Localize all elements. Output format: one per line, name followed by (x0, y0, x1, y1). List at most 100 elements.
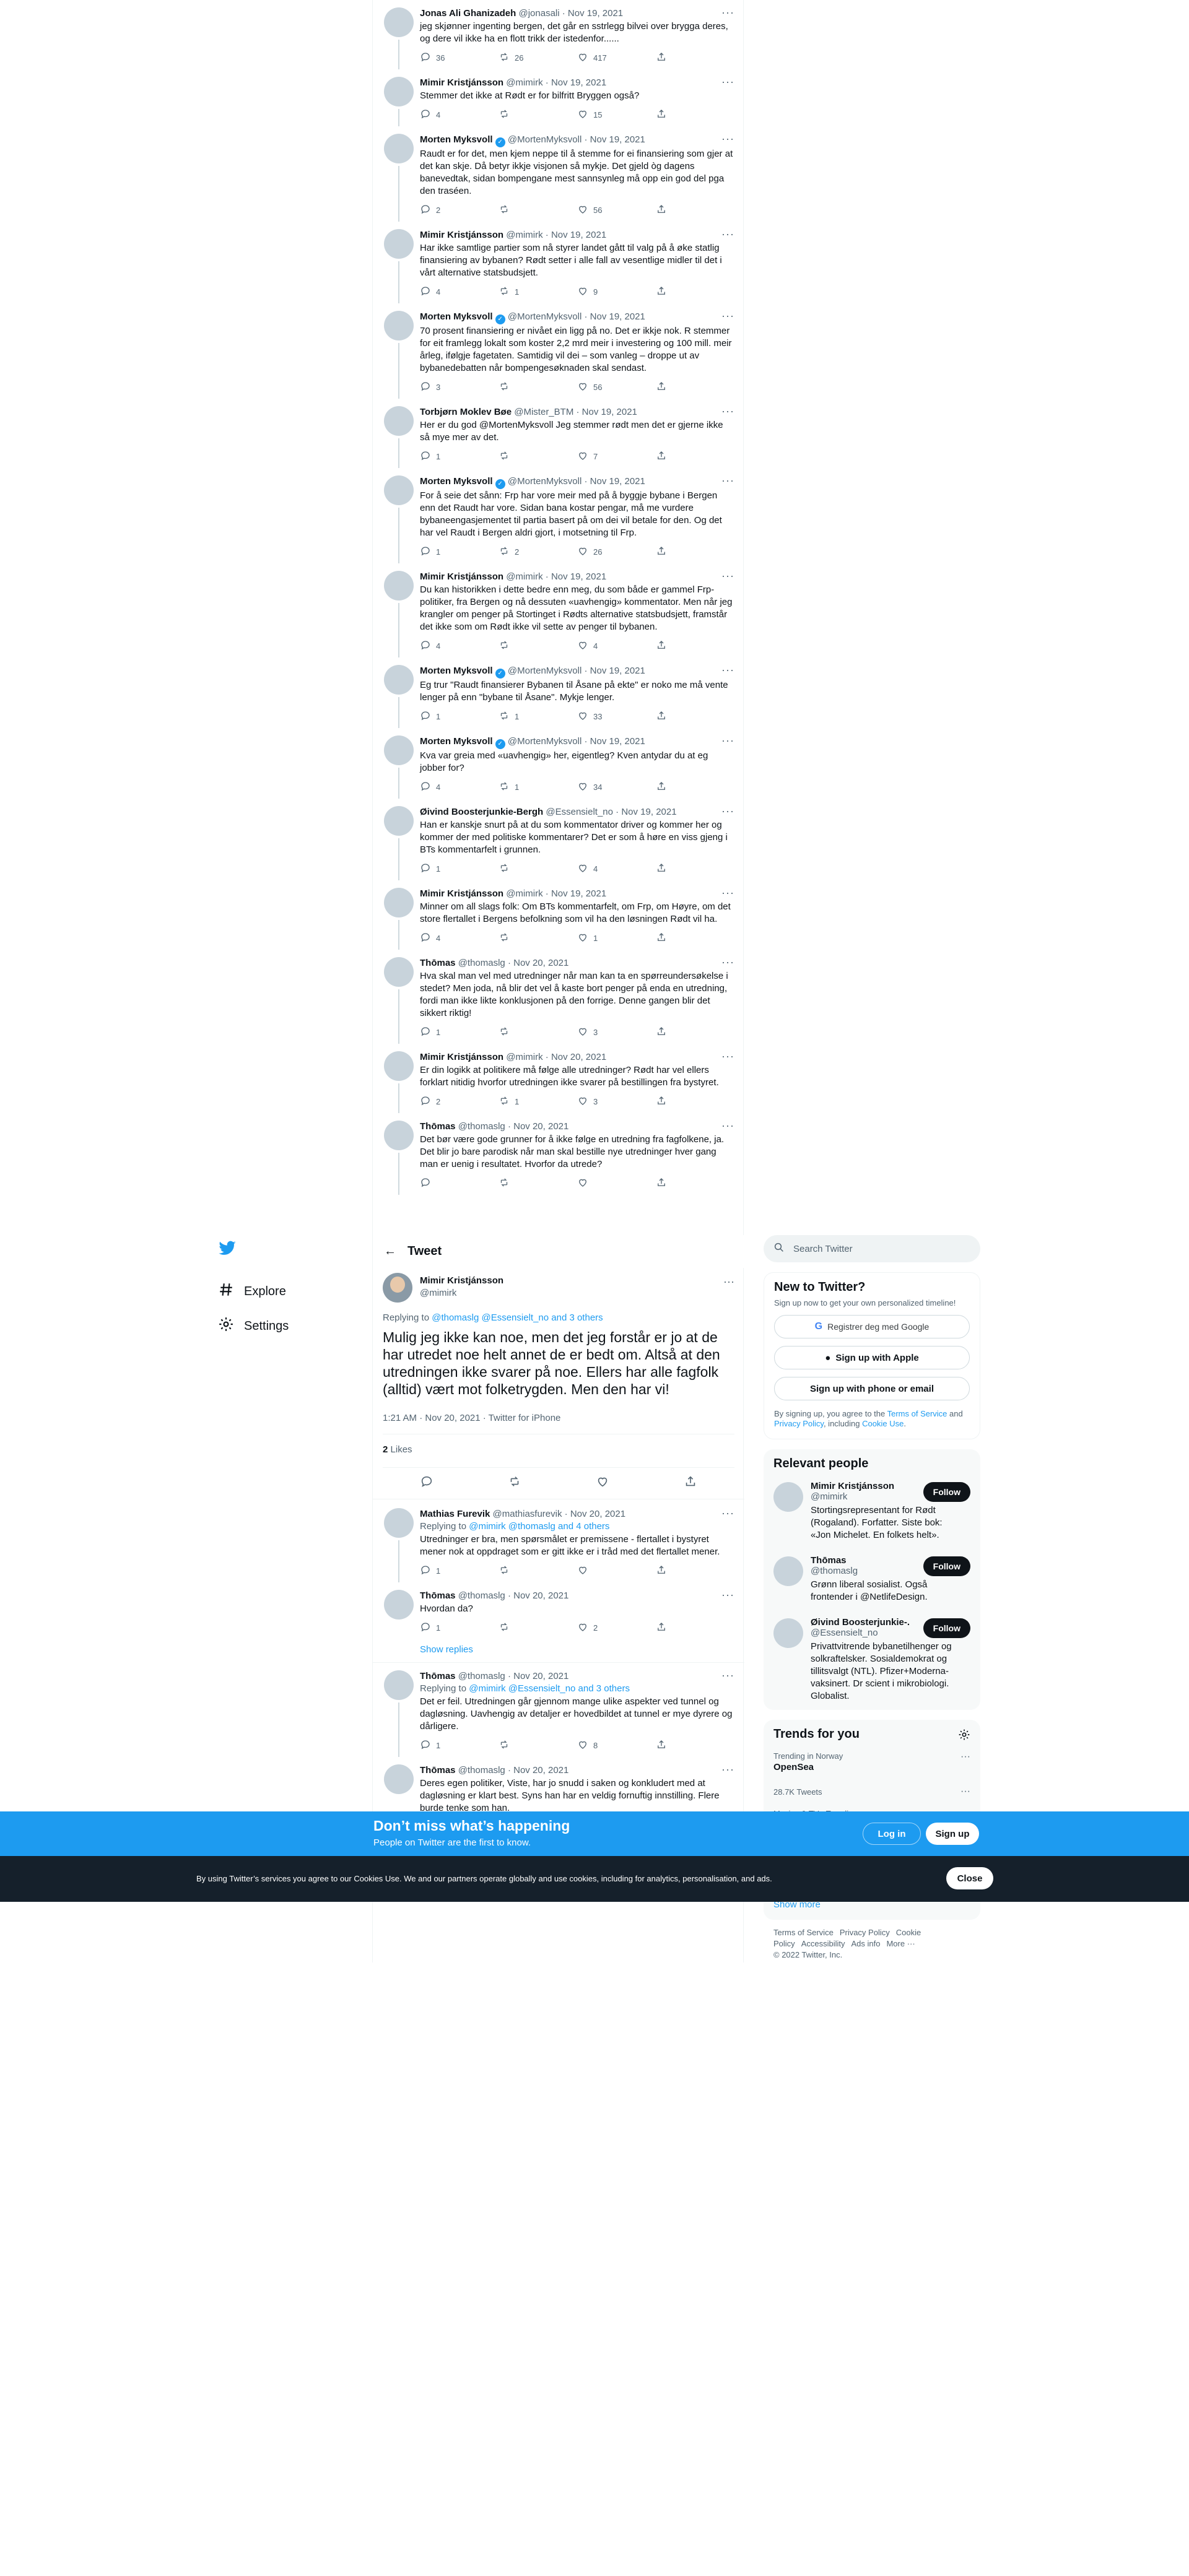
person-name[interactable]: Øivind Boosterjunkie-... (811, 1617, 910, 1628)
author-handle[interactable]: @jonasali (518, 8, 559, 19)
author-name[interactable]: Morten Myksvoll (420, 311, 493, 322)
tweet[interactable]: Morten Myksvoll ✓ @MortenMyksvoll · Nov … (373, 126, 744, 222)
show-replies-link[interactable]: Show replies (373, 1639, 744, 1663)
more-icon[interactable]: ··· (723, 1275, 734, 1288)
share-action[interactable] (656, 204, 734, 217)
like-action[interactable]: 1 (577, 932, 656, 945)
replying-to-link[interactable]: @thomaslg @Essensielt_no and 3 others (432, 1312, 603, 1323)
tweet-date[interactable]: Nov 19, 2021 (551, 230, 606, 240)
tweet-date[interactable]: Nov 19, 2021 (621, 807, 676, 817)
like-action[interactable]: 33 (577, 710, 656, 723)
share-action[interactable] (656, 781, 734, 794)
share-action[interactable] (656, 545, 734, 558)
author-handle[interactable]: @MortenMyksvoll (508, 476, 581, 487)
retweet-action[interactable] (499, 108, 577, 121)
tweet[interactable]: Morten Myksvoll ✓ @MortenMyksvoll · Nov … (373, 728, 744, 799)
author-name[interactable]: Thōmas (420, 1121, 456, 1132)
more-icon[interactable]: ··· (721, 570, 734, 583)
author-name[interactable]: Torbjørn Moklev Bøe (420, 407, 512, 417)
author-handle[interactable]: @MortenMyksvoll (508, 736, 581, 747)
author-name[interactable]: Øivind Boosterjunkie-Bergh (420, 807, 543, 817)
like-action[interactable]: 56 (577, 381, 656, 394)
retweet-action[interactable] (499, 450, 577, 463)
tweet-date[interactable]: Nov 20, 2021 (513, 1590, 568, 1601)
reply-action[interactable]: 4 (420, 932, 499, 945)
share-action[interactable] (656, 450, 734, 463)
author-name[interactable]: Jonas Ali Ghanizadeh (420, 8, 516, 19)
retweet-action[interactable] (499, 1621, 577, 1634)
author-handle[interactable]: @mathiasfurevik (493, 1509, 562, 1519)
tweet-date[interactable]: Nov 20, 2021 (513, 1765, 568, 1776)
author-handle[interactable]: @mimirk (506, 571, 542, 582)
like-action[interactable]: 2 (577, 1621, 656, 1634)
footer-link[interactable]: Accessibility (801, 1939, 845, 1948)
retweet-icon[interactable] (508, 1475, 521, 1491)
author-handle[interactable]: @mimirk (506, 1052, 542, 1062)
avatar[interactable] (384, 1590, 414, 1620)
reply-action[interactable]: 1 (420, 862, 499, 875)
avatar[interactable] (384, 1508, 414, 1538)
share-action[interactable] (656, 108, 734, 121)
author-handle[interactable]: @Essensielt_no (546, 807, 613, 817)
tweet[interactable]: Mimir Kristjánsson @mimirk · Nov 19, 202… (373, 222, 744, 303)
tweet-date[interactable]: Nov 19, 2021 (551, 888, 606, 899)
avatar[interactable] (384, 311, 414, 340)
reply-action[interactable]: 36 (420, 51, 499, 64)
tweet-date[interactable]: Nov 19, 2021 (582, 407, 637, 417)
cookie-close-button[interactable]: Close (946, 1867, 993, 1889)
share-action[interactable] (656, 51, 734, 64)
author-name[interactable]: Mimir Kristjánsson (420, 1052, 503, 1062)
more-icon[interactable]: ··· (960, 1751, 970, 1763)
share-icon[interactable] (684, 1475, 697, 1491)
like-action[interactable] (577, 1177, 656, 1190)
like-action[interactable]: 9 (577, 285, 656, 298)
reply-action[interactable]: 1 (420, 450, 499, 463)
follow-button[interactable]: Follow (923, 1556, 970, 1576)
retweet-action[interactable] (499, 204, 577, 217)
tweet[interactable]: Mathias Furevik @mathiasfurevik · Nov 20… (373, 1501, 744, 1582)
tweet-date[interactable]: Nov 19, 2021 (551, 77, 606, 88)
author-handle[interactable]: @mimirk (506, 230, 542, 240)
retweet-action[interactable] (499, 1026, 577, 1039)
like-action[interactable]: 26 (577, 545, 656, 558)
share-action[interactable] (656, 381, 734, 394)
tweet-date[interactable]: Nov 19, 2021 (590, 311, 645, 322)
share-action[interactable] (656, 1177, 734, 1190)
tweet-date[interactable]: Nov 20, 2021 (513, 1671, 568, 1681)
search-input[interactable]: Search Twitter (764, 1235, 980, 1262)
tweet-date[interactable]: Nov 20, 2021 (513, 958, 568, 968)
author-name[interactable]: Mimir Kristjánsson (420, 888, 503, 899)
more-icon[interactable]: ··· (721, 310, 734, 323)
more-icon[interactable]: ··· (721, 1589, 734, 1602)
share-action[interactable] (656, 285, 734, 298)
tweet[interactable]: Mimir Kristjánsson @mimirk · Nov 20, 202… (373, 1044, 744, 1113)
author-name[interactable]: Mathias Furevik (420, 1509, 490, 1519)
more-icon[interactable]: ··· (721, 1507, 734, 1520)
like-action[interactable]: 7 (577, 450, 656, 463)
author-name[interactable]: Mimir Kristjánsson (420, 1275, 503, 1286)
signup-button[interactable]: Sign up (926, 1823, 979, 1845)
follow-button[interactable]: Follow (923, 1482, 970, 1502)
more-icon[interactable]: ··· (721, 405, 734, 418)
retweet-action[interactable]: 2 (499, 545, 577, 558)
nav-settings[interactable]: Settings (211, 1309, 334, 1343)
tweet-date[interactable]: Nov 20, 2021 (570, 1509, 625, 1519)
author-handle[interactable]: @thomaslg (458, 1590, 505, 1601)
login-button[interactable]: Log in (863, 1823, 921, 1845)
tweet-timestamp[interactable]: 1:21 AM · Nov 20, 2021 · Twitter for iPh… (383, 1413, 560, 1423)
trend-item[interactable]: 28.7K Tweets ··· (764, 1780, 980, 1803)
retweet-action[interactable] (499, 640, 577, 653)
avatar[interactable] (384, 735, 414, 765)
avatar[interactable] (384, 1051, 414, 1081)
tweet[interactable]: Thōmas @thomaslg · Nov 20, 2021 ··· Hvor… (373, 1582, 744, 1639)
footer-link[interactable]: Terms of Service (773, 1928, 834, 1937)
avatar[interactable] (384, 665, 414, 695)
reply-action[interactable] (420, 1177, 499, 1190)
reply-action[interactable]: 4 (420, 108, 499, 121)
phone-signup-button[interactable]: Sign up with phone or email (774, 1377, 970, 1400)
more-icon[interactable]: ··· (721, 1669, 734, 1682)
like-action[interactable]: 417 (577, 51, 656, 64)
more-icon[interactable]: ··· (721, 1763, 734, 1776)
author-name[interactable]: Thōmas (420, 1671, 456, 1681)
tweet-date[interactable]: Nov 19, 2021 (590, 476, 645, 487)
